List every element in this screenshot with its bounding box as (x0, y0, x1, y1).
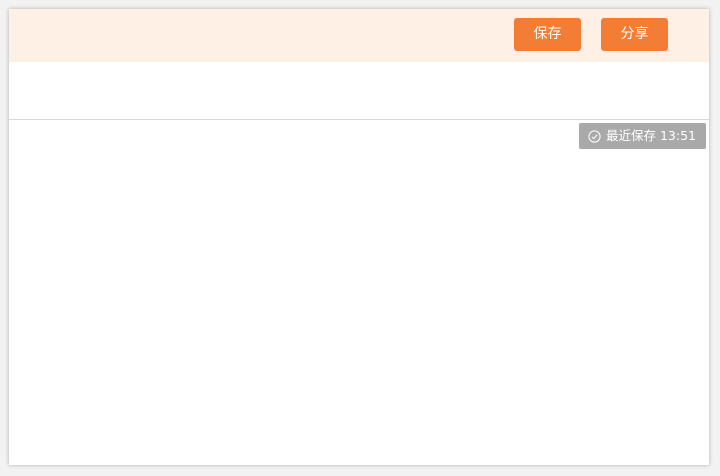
save-button[interactable]: 保存 (514, 18, 581, 51)
save-status-text: 最近保存 13:51 (606, 128, 696, 143)
toolbar: 保存 分享 (9, 9, 709, 62)
save-status-badge: 最近保存 13:51 (579, 123, 706, 149)
share-button[interactable]: 分享 (601, 18, 668, 51)
title-input-area[interactable] (9, 62, 709, 120)
check-circle-icon (588, 129, 601, 143)
editor-window: 保存 分享 最近保存 13:51 (9, 9, 709, 465)
editor-content-area[interactable] (9, 120, 709, 465)
